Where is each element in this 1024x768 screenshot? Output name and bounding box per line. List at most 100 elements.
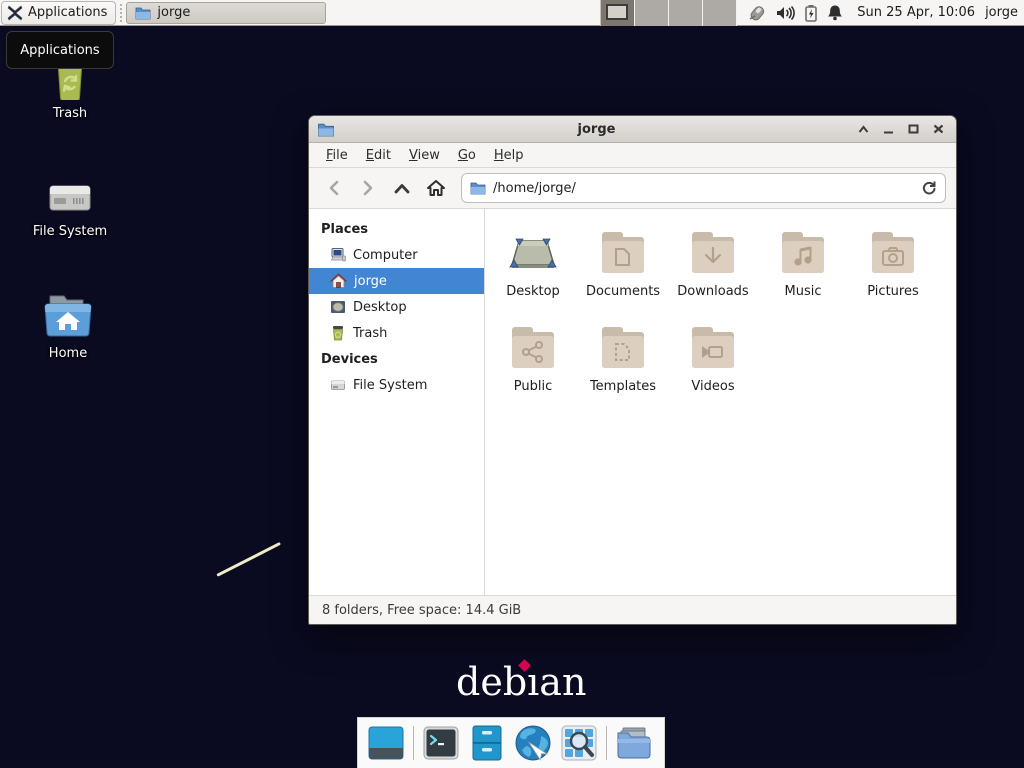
desktop-stroke-artifact (216, 542, 281, 577)
battery-icon[interactable] (804, 4, 818, 22)
workspace-3[interactable] (669, 0, 703, 26)
sidebar-item-file-system[interactable]: File System (309, 372, 484, 398)
app-finder-launcher[interactable] (560, 724, 598, 762)
file-label: Public (514, 379, 552, 394)
menu-edit[interactable]: Edit (359, 146, 398, 165)
sidebar-item-jorge[interactable]: jorge (309, 268, 484, 294)
file-videos[interactable]: Videos (668, 322, 758, 417)
sidebar-item-label: File System (353, 378, 427, 393)
forward-icon (362, 180, 374, 196)
home-button[interactable] (421, 173, 451, 203)
file-documents[interactable]: Documents (578, 227, 668, 322)
panel-clock[interactable]: Sun 25 Apr, 10:06 (851, 5, 981, 20)
web-browser-launcher[interactable] (514, 724, 552, 762)
file-label: Desktop (506, 284, 560, 299)
menu-go[interactable]: Go (451, 146, 483, 165)
workspace-1[interactable] (601, 0, 635, 26)
folder-template-icon (599, 322, 647, 370)
workspace-4[interactable] (703, 0, 737, 26)
file-desktop[interactable]: Desktop (488, 227, 578, 322)
folder-icon (470, 181, 486, 195)
file-cabinet-icon (471, 725, 503, 761)
file-label: Documents (586, 284, 660, 299)
desktop-icon-label: File System (30, 224, 110, 239)
workspace-window-preview (606, 4, 628, 20)
folder-download-icon (689, 227, 737, 275)
location-bar[interactable]: /home/jorge/ (461, 173, 946, 203)
workspace-2[interactable] (635, 0, 669, 26)
menu-view[interactable]: View (402, 146, 447, 165)
notifications-bell-icon[interactable] (827, 4, 843, 21)
maximize-icon[interactable] (908, 124, 919, 134)
file-label: Templates (590, 379, 656, 394)
close-icon[interactable] (933, 124, 944, 134)
home-folder-icon (28, 292, 108, 340)
path-input[interactable]: /home/jorge/ (493, 181, 914, 196)
statusbar: 8 folders, Free space: 14.4 GiB (309, 595, 956, 624)
file-music[interactable]: Music (758, 227, 848, 322)
file-templates[interactable]: Templates (578, 322, 668, 417)
dock-separator (606, 726, 607, 760)
top-panel: Applications jorge (0, 0, 1024, 26)
app-finder-icon (561, 725, 597, 761)
file-downloads[interactable]: Downloads (668, 227, 758, 322)
show-desktop-icon (368, 726, 404, 760)
computer-icon (330, 247, 346, 263)
back-button[interactable] (319, 173, 349, 203)
volume-icon[interactable] (776, 5, 795, 21)
folder-launcher[interactable] (615, 724, 653, 762)
file-label: Pictures (867, 284, 918, 299)
folder-music-icon (779, 227, 827, 275)
desktop-icon-file-system[interactable]: File System (30, 170, 110, 239)
menu-help[interactable]: Help (487, 146, 531, 165)
applications-menu-label: Applications (28, 5, 107, 20)
applications-tooltip: Applications (6, 31, 114, 69)
panel-handle[interactable] (118, 4, 124, 22)
file-manager-window: jorge File Edit View Go Help (308, 115, 957, 625)
forward-button[interactable] (353, 173, 383, 203)
file-public[interactable]: Public (488, 322, 578, 417)
desktop-icon (508, 227, 558, 275)
sidebar-item-label: Computer (353, 248, 418, 263)
sidebar: Places Computer jorge (309, 209, 485, 595)
sidebar-item-desktop[interactable]: Desktop (309, 294, 484, 320)
file-manager-launcher[interactable] (468, 724, 506, 762)
show-desktop-button[interactable] (367, 724, 405, 762)
desktop-icon-label: Trash (30, 106, 110, 121)
shade-icon[interactable] (858, 125, 869, 134)
taskbar-window-button[interactable]: jorge (126, 2, 326, 24)
taskbar-window-label: jorge (157, 5, 190, 20)
dock-separator (413, 726, 414, 760)
terminal-launcher[interactable] (422, 724, 460, 762)
sidebar-item-trash[interactable]: Trash (309, 320, 484, 346)
back-icon (328, 180, 340, 196)
file-grid: Desktop Documents (485, 209, 956, 595)
sidebar-item-label: jorge (354, 274, 387, 289)
input-device-icon[interactable] (747, 4, 767, 22)
window-body: Places Computer jorge (309, 209, 956, 595)
home-icon (426, 179, 446, 197)
desktop-icon (330, 299, 346, 315)
sidebar-item-computer[interactable]: Computer (309, 242, 484, 268)
system-tray (737, 4, 851, 22)
panel-user-menu[interactable]: jorge (981, 5, 1024, 20)
applications-menu-button[interactable]: Applications (1, 1, 116, 25)
menu-file[interactable]: File (319, 146, 355, 165)
file-pictures[interactable]: Pictures (848, 227, 938, 322)
debian-wallpaper-logo: debıan (456, 660, 586, 704)
minimize-icon[interactable] (883, 125, 894, 134)
desktop-icon-home[interactable]: Home (28, 292, 108, 361)
harddrive-icon (30, 170, 110, 218)
reload-icon[interactable] (921, 180, 937, 196)
harddrive-icon (330, 377, 346, 393)
dock (357, 717, 665, 768)
window-title: jorge (335, 122, 858, 137)
home-icon (330, 273, 347, 289)
up-button[interactable] (387, 173, 417, 203)
file-label: Videos (691, 379, 734, 394)
folder-document-icon (599, 227, 647, 275)
titlebar[interactable]: jorge (309, 116, 956, 143)
applications-menu-icon (7, 5, 23, 21)
sidebar-header-places: Places (309, 216, 484, 242)
toolbar: /home/jorge/ (309, 168, 956, 209)
